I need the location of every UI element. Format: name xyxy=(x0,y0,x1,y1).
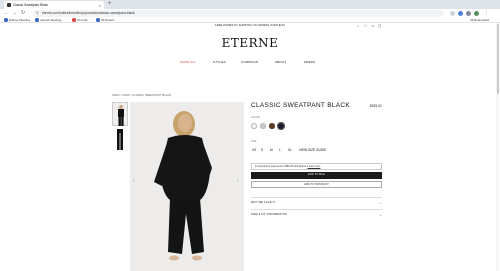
menu-icon[interactable]: ⋮ xyxy=(484,9,489,15)
accordion-label: WHY WE LOVE IT xyxy=(251,201,276,204)
product-thumbnail[interactable] xyxy=(112,128,128,152)
nav-campaign[interactable]: CAMPAIGN xyxy=(241,60,258,64)
prev-image-icon[interactable]: ‹ xyxy=(133,178,135,184)
scrollbar-thumb[interactable] xyxy=(496,24,499,94)
url-text: eterne.com/collections/shop/products/cla… xyxy=(42,11,135,15)
accordion-label: SIZE & FIT INFORMATION xyxy=(251,213,287,216)
size-m[interactable]: M xyxy=(270,148,273,152)
browser-tab-bar: Classic Sweatpant Black × + xyxy=(0,0,500,9)
accordion-size-fit[interactable]: SIZE & FIT INFORMATION ⌄ xyxy=(251,209,382,219)
nav-press[interactable]: PRESS xyxy=(304,60,315,64)
bookmark-icon xyxy=(72,18,76,22)
installment-text: 4 interest-free payments of $56.25 with … xyxy=(255,165,307,168)
site-info-icon[interactable]: ⚲ xyxy=(36,10,38,17)
product-price: $225.00 xyxy=(370,104,382,108)
accordion-why-we-love-it[interactable]: WHY WE LOVE IT ⌄ xyxy=(251,197,382,207)
bookmark-item[interactable]: Launch Meeting xyxy=(35,18,61,22)
back-icon[interactable]: ← xyxy=(4,10,9,16)
bag-icon[interactable]: ▢ xyxy=(378,24,381,28)
breadcrumb: SHOP / SHOP / CLASSIC SWEATPANT BLACK xyxy=(112,94,172,97)
size-guide-link[interactable]: VIEW SIZE GUIDE xyxy=(299,148,326,152)
product-main-image[interactable] xyxy=(130,102,244,271)
nav-styles[interactable]: STYLES xyxy=(213,60,226,64)
forward-icon[interactable]: → xyxy=(12,10,17,16)
bookmark-icon xyxy=(4,18,8,22)
browser-tab[interactable]: Classic Sweatpant Black × xyxy=(4,1,104,9)
bookmark-icon xyxy=(96,18,100,22)
size-label: SIZE: xyxy=(251,140,257,143)
bookmark-item[interactable]: Enfuse Meeting xyxy=(4,18,30,22)
size-xl[interactable]: XL xyxy=(288,148,292,152)
add-to-wishlist-button[interactable]: ADD TO WISHLIST xyxy=(251,181,382,188)
promo-banner: FREE DOMESTIC SHIPPING ON ORDERS OVER $1… xyxy=(215,24,285,27)
thumbnail-image xyxy=(117,129,123,150)
size-l[interactable]: L xyxy=(279,148,281,152)
tab-title: Classic Sweatpant Black xyxy=(13,3,48,7)
extension-icon[interactable] xyxy=(450,10,455,16)
swatch-black[interactable] xyxy=(276,121,285,130)
installment-banner: 4 interest-free payments of $56.25 with … xyxy=(251,163,382,170)
extension-icon[interactable] xyxy=(458,10,463,16)
address-bar[interactable]: ⚲ eterne.com/collections/shop/products/c… xyxy=(33,10,443,17)
bookmark-icon xyxy=(35,18,39,22)
product-thumbnail[interactable] xyxy=(112,102,128,126)
profile-avatar[interactable] xyxy=(474,10,479,16)
next-image-icon[interactable]: › xyxy=(237,178,239,184)
site-logo[interactable]: ETERNE xyxy=(0,36,500,50)
model-photo xyxy=(130,102,244,271)
swatch-brown[interactable] xyxy=(269,123,275,129)
swatch-white[interactable] xyxy=(251,123,257,129)
close-tab-icon[interactable]: × xyxy=(99,3,101,8)
favicon-icon xyxy=(7,3,11,7)
reload-icon[interactable]: ↻ xyxy=(21,10,25,16)
size-xs[interactable]: XS xyxy=(252,148,256,152)
thumbnail-image xyxy=(118,105,124,126)
nav-about[interactable]: ABOUT xyxy=(275,60,286,64)
add-to-bag-button[interactable]: ADD TO BAG xyxy=(251,172,382,179)
product-title: CLASSIC SWEATPANT BLACK xyxy=(251,102,351,109)
heart-icon[interactable]: ♡ xyxy=(364,24,367,28)
new-tab-icon[interactable]: + xyxy=(108,1,112,7)
extension-icon[interactable] xyxy=(466,10,471,16)
size-s[interactable]: S xyxy=(261,148,263,152)
nav-shop-all[interactable]: SHOP ALL xyxy=(180,60,196,64)
search-icon[interactable]: ⌕ xyxy=(357,24,359,28)
chevron-down-icon: ⌄ xyxy=(379,201,382,205)
chevron-down-icon: ⌄ xyxy=(379,213,382,217)
bookmark-item[interactable]: Tonmail xyxy=(72,18,87,22)
swatch-grey[interactable] xyxy=(260,123,266,129)
bookmark-item[interactable]: All Panels xyxy=(96,18,114,22)
all-bookmarks[interactable]: All Bookmarks xyxy=(470,18,489,22)
installment-link[interactable]: Learn more xyxy=(308,165,321,168)
color-label: COLOR: xyxy=(251,116,261,119)
user-icon[interactable]: ☺ xyxy=(371,24,375,28)
